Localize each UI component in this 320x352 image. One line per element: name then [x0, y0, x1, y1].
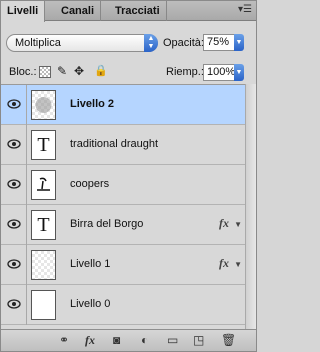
layer-thumbnail: [31, 250, 56, 280]
blend-mode-value: Moltiplica: [15, 37, 61, 49]
expand-effects-arrow-icon[interactable]: ▼: [234, 220, 242, 229]
layer-name[interactable]: Livello 0: [70, 298, 110, 310]
layer-thumbnail: [31, 90, 56, 120]
layer-effects-icon[interactable]: fx: [219, 256, 229, 271]
blend-mode-select[interactable]: Moltiplica ▲ ▼: [6, 34, 158, 52]
eye-icon: [7, 99, 21, 109]
link-layers-icon[interactable]: ⚭: [59, 333, 69, 347]
lock-fill-row: Bloc.: ✎ ✥ 🔒 Riemp.: 100% ▼: [1, 62, 256, 86]
visibility-toggle[interactable]: [1, 285, 27, 325]
layer-row-birra-del-borgo[interactable]: T Birra del Borgo fx ▼: [1, 205, 245, 245]
opacity-field[interactable]: 75%: [203, 34, 235, 51]
opacity-label: Opacità:: [163, 37, 204, 49]
layer-row-livello-0[interactable]: Livello 0: [1, 285, 245, 325]
lock-position-icon[interactable]: ✥: [74, 64, 84, 78]
eye-icon: [7, 259, 21, 269]
layer-mask-icon[interactable]: ◙: [113, 333, 120, 347]
coopers-logo-thumbnail: [37, 177, 50, 191]
type-layer-thumbnail-icon: T: [31, 210, 56, 240]
eye-icon: [7, 139, 21, 149]
tab-tracciati[interactable]: Tracciati: [109, 1, 167, 21]
visibility-toggle[interactable]: [1, 245, 27, 285]
label-artwork-thumbnail: [35, 97, 52, 113]
fill-field[interactable]: 100%: [203, 64, 235, 81]
lock-label: Bloc.:: [9, 66, 37, 78]
layer-style-icon[interactable]: fx: [85, 333, 95, 347]
visibility-toggle[interactable]: [1, 85, 27, 125]
visibility-toggle[interactable]: [1, 205, 27, 245]
eye-icon: [7, 219, 21, 229]
blend-mode-arrows-icon: ▲ ▼: [144, 34, 158, 52]
panel-tab-bar: Livelli Canali Tracciati ▾☰: [1, 1, 256, 22]
tab-canali[interactable]: Canali: [55, 1, 102, 21]
layer-list: Livello 2 T traditional draught coopers …: [1, 84, 256, 329]
layers-panel: Livelli Canali Tracciati ▾☰ Moltiplica ▲…: [0, 0, 257, 352]
expand-effects-arrow-icon[interactable]: ▼: [234, 260, 242, 269]
eye-icon: [7, 299, 21, 309]
adjustment-layer-icon[interactable]: ◐: [141, 333, 148, 347]
layer-name[interactable]: Livello 2: [70, 98, 114, 110]
blend-opacity-row: Moltiplica ▲ ▼ Opacità: 75% ▼: [1, 32, 256, 56]
layers-bottom-toolbar: ⚭ fx ◙ ◐ ▭ ◳ 🗑: [1, 329, 256, 351]
layer-name[interactable]: Birra del Borgo: [70, 218, 143, 230]
eye-icon: [7, 179, 21, 189]
panel-menu-icon[interactable]: ▾☰: [238, 4, 252, 15]
layer-row-livello-1[interactable]: Livello 1 fx ▼: [1, 245, 245, 285]
fill-label: Riemp.:: [166, 66, 204, 78]
visibility-toggle[interactable]: [1, 125, 27, 165]
layer-row-livello-2[interactable]: Livello 2: [1, 85, 245, 125]
layer-name[interactable]: traditional draught: [70, 138, 158, 150]
layer-row-traditional-draught[interactable]: T traditional draught: [1, 125, 245, 165]
layer-effects-icon[interactable]: fx: [219, 216, 229, 231]
fill-dropdown-icon[interactable]: ▼: [234, 64, 244, 81]
type-layer-thumbnail-icon: T: [31, 130, 56, 160]
lock-transparency-icon[interactable]: [39, 66, 51, 78]
delete-layer-icon[interactable]: 🗑: [221, 333, 236, 347]
lock-image-icon[interactable]: ✎: [57, 64, 67, 78]
lock-all-icon[interactable]: 🔒: [94, 64, 108, 77]
layer-row-coopers[interactable]: coopers: [1, 165, 245, 205]
tab-livelli[interactable]: Livelli: [1, 1, 46, 22]
opacity-dropdown-icon[interactable]: ▼: [234, 34, 244, 51]
new-group-icon[interactable]: ▭: [167, 333, 178, 347]
layer-thumbnail: [31, 290, 56, 320]
layer-name[interactable]: Livello 1: [70, 258, 110, 270]
layer-name[interactable]: coopers: [70, 178, 109, 190]
new-layer-icon[interactable]: ◳: [193, 333, 204, 347]
layer-thumbnail: [31, 170, 56, 200]
layers-scrollbar[interactable]: [245, 84, 256, 329]
visibility-toggle[interactable]: [1, 165, 27, 205]
